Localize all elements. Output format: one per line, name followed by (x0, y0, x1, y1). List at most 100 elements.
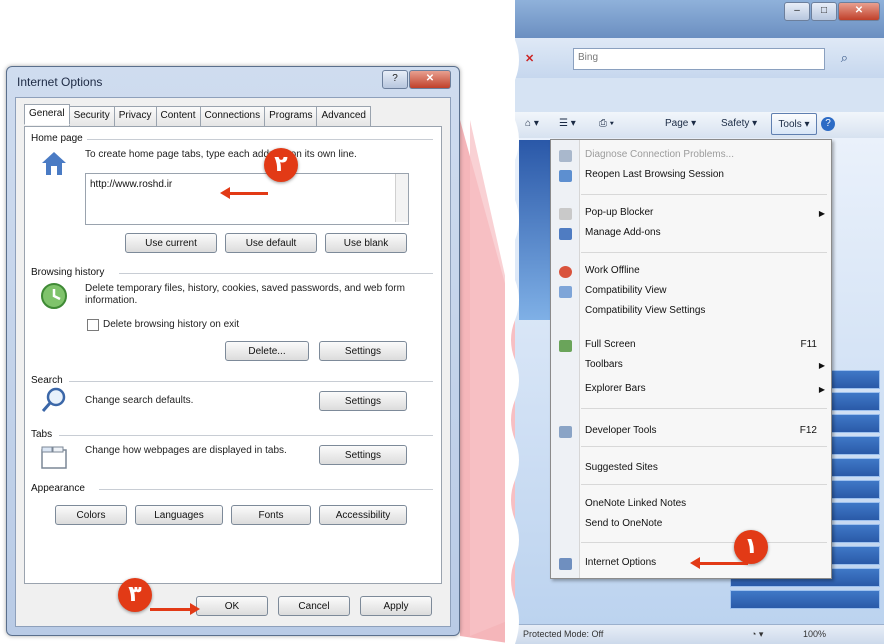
divider (87, 139, 433, 140)
help-icon[interactable]: ? (821, 117, 835, 131)
colors-button[interactable]: Colors (55, 505, 127, 525)
status-bar: Protected Mode: Off ◔ ▾ 100% (515, 624, 884, 644)
fonts-button[interactable]: Fonts (231, 505, 311, 525)
zoom-level[interactable]: 100% (803, 629, 826, 639)
step-marker-one: ۱ (734, 530, 768, 564)
reopen-icon (559, 170, 572, 182)
tab-advanced[interactable]: Advanced (316, 106, 371, 127)
tools-dropdown-menu: Diagnose Connection Problems... Reopen L… (550, 139, 832, 579)
tab-programs[interactable]: Programs (264, 106, 318, 127)
close-button[interactable]: ✕ (409, 70, 451, 89)
history-settings-button[interactable]: Settings (319, 341, 407, 361)
marker-one-arrow-line (700, 562, 748, 565)
search-settings-button[interactable]: Settings (319, 391, 407, 411)
tabs-description: Change how webpages are displayed in tab… (85, 445, 287, 456)
home-page-url-textarea[interactable]: http://www.roshd.ir (85, 173, 409, 225)
protected-mode-status: Protected Mode: Off (523, 629, 604, 639)
menu-separator (581, 408, 827, 409)
page-side-link[interactable] (730, 590, 880, 609)
use-default-button[interactable]: Use default (225, 233, 317, 253)
step-marker-two: ۲ (264, 148, 298, 182)
delete-on-exit-label: Delete browsing history on exit (103, 319, 240, 330)
full-screen-shortcut: F11 (800, 339, 818, 350)
search-icon[interactable]: ⌕ (841, 50, 848, 66)
dialog-title: Internet Options (17, 75, 103, 89)
developer-tools-shortcut: F12 (799, 425, 817, 436)
diagnose-icon (559, 150, 572, 162)
divider (59, 435, 433, 436)
menu-item-manage-addons[interactable]: Manage Add-ons (585, 227, 661, 238)
search-box[interactable]: Bing ⌕ (573, 48, 848, 70)
menu-item-popup-blocker[interactable]: Pop-up Blocker (585, 207, 653, 218)
menu-separator (581, 194, 827, 195)
menu-item-toolbars[interactable]: Toolbars (585, 359, 623, 370)
textarea-scrollbar[interactable] (395, 174, 408, 222)
menu-item-compatibility-settings[interactable]: Compatibility View Settings (585, 305, 705, 316)
menu-separator (581, 542, 827, 543)
home-page-url: http://www.roshd.ir (90, 179, 173, 190)
apply-button[interactable]: Apply (360, 596, 432, 616)
tab-content[interactable]: Content (155, 106, 201, 127)
marker-two-arrow-head (220, 187, 230, 199)
marker-three-arrow-line (150, 608, 190, 611)
menu-item-developer-tools[interactable]: Developer Tools (585, 425, 657, 436)
menu-item-full-screen[interactable]: Full Screen (585, 339, 636, 350)
menu-item-explorer-bars[interactable]: Explorer Bars (585, 383, 646, 394)
menu-item-diagnose: Diagnose Connection Problems... (585, 149, 734, 160)
accessibility-button[interactable]: Accessibility (319, 505, 407, 525)
search-placeholder: Bing (578, 52, 599, 63)
delete-button[interactable]: Delete... (225, 341, 309, 361)
print-icon[interactable]: ⎙ ▾ (599, 118, 614, 129)
popup-blocker-icon (559, 208, 572, 220)
page-menu-button[interactable]: Page ▾ (665, 118, 696, 129)
home-icon[interactable]: ⌂ ▾ (525, 118, 539, 129)
use-current-button[interactable]: Use current (125, 233, 217, 253)
work-offline-icon (559, 266, 572, 278)
dialog-body: General Security Privacy Content Connect… (15, 97, 451, 627)
menu-separator (581, 484, 827, 485)
menu-item-work-offline[interactable]: Work Offline (585, 265, 640, 276)
browser-window-controls: – □ ✕ (784, 2, 880, 21)
divider (119, 273, 433, 274)
feeds-icon[interactable]: ☰ ▾ (559, 118, 576, 129)
developer-tools-icon (559, 426, 572, 438)
menu-item-send-to-onenote[interactable]: Send to OneNote (585, 518, 662, 529)
tab-security[interactable]: Security (68, 106, 115, 127)
zone-icon[interactable]: ◔ ▾ (751, 629, 763, 640)
appearance-heading: Appearance (31, 483, 85, 494)
tools-menu-button[interactable]: Tools ▾ (771, 113, 817, 135)
menu-icon-gutter (551, 140, 580, 578)
menu-item-internet-options[interactable]: Internet Options (585, 557, 656, 568)
tab-privacy[interactable]: Privacy (113, 106, 157, 127)
marker-two-arrow-line (228, 192, 268, 195)
compatibility-icon (559, 286, 572, 298)
internet-options-icon (559, 558, 572, 570)
search-icon (41, 387, 66, 412)
tab-connections[interactable]: Connections (199, 106, 266, 127)
tab-general[interactable]: General (24, 104, 70, 125)
tab-strip: General Security Privacy Content Connect… (24, 104, 371, 127)
delete-on-exit-checkbox[interactable] (87, 319, 99, 331)
maximize-button[interactable]: □ (811, 2, 837, 21)
tabs-settings-button[interactable]: Settings (319, 445, 407, 465)
use-blank-button[interactable]: Use blank (325, 233, 407, 253)
menu-separator (581, 446, 827, 447)
fullscreen-icon (559, 340, 572, 352)
help-button[interactable]: ? (382, 70, 408, 89)
home-page-heading: Home page (31, 133, 83, 144)
languages-button[interactable]: Languages (135, 505, 223, 525)
browser-close-button[interactable]: ✕ (838, 2, 880, 21)
menu-item-reopen-session[interactable]: Reopen Last Browsing Session (585, 169, 724, 180)
safety-menu-button[interactable]: Safety ▾ (721, 118, 757, 129)
home-page-icon (42, 152, 66, 175)
minimize-button[interactable]: – (784, 2, 810, 21)
menu-item-compatibility-view[interactable]: Compatibility View (585, 285, 667, 296)
ok-button[interactable]: OK (196, 596, 268, 616)
menu-item-suggested-sites[interactable]: Suggested Sites (585, 462, 658, 473)
submenu-arrow-icon: ▶ (818, 385, 825, 394)
internet-options-dialog: Internet Options ? ✕ General Security Pr… (6, 66, 460, 636)
torn-edge (505, 0, 519, 644)
tabs-icon (41, 446, 67, 469)
menu-item-onenote-linked-notes[interactable]: OneNote Linked Notes (585, 498, 686, 509)
cancel-button[interactable]: Cancel (278, 596, 350, 616)
